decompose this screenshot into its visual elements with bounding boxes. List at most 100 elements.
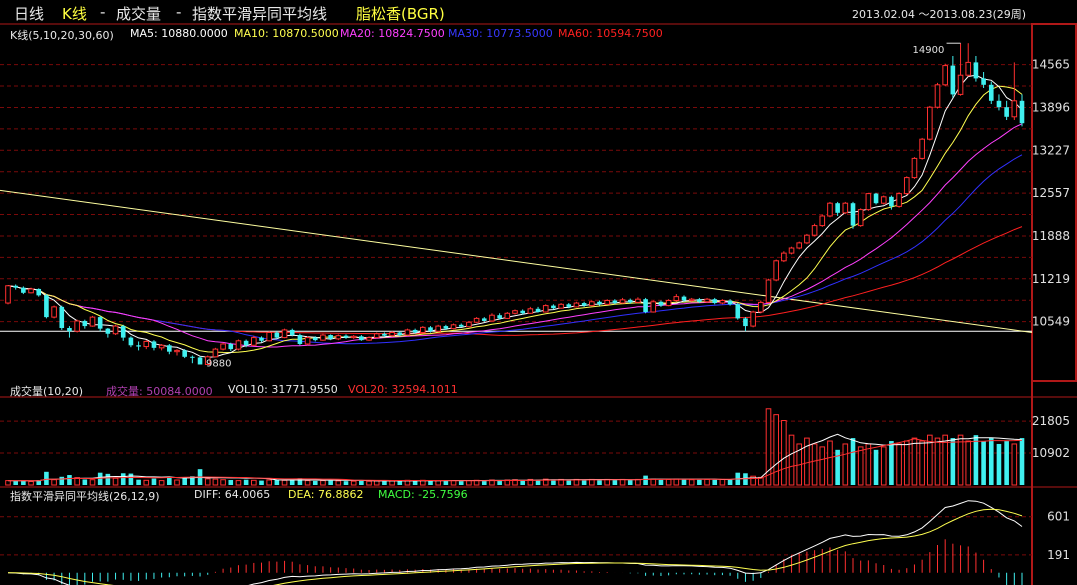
candle-body — [97, 317, 103, 329]
volume-bar — [873, 449, 879, 485]
volume-bar — [957, 434, 964, 486]
candle-body — [996, 100, 1002, 108]
volume-bar — [880, 446, 887, 486]
volume-bar — [950, 438, 956, 485]
candle-body — [343, 335, 349, 338]
candle-body — [373, 333, 380, 339]
volume-bar — [158, 480, 165, 486]
candle-body — [665, 299, 672, 307]
volume-bar — [112, 477, 119, 486]
volume-bar — [857, 446, 864, 486]
volume-bar — [973, 435, 979, 485]
ma5-label: MA5: 10880.0000 — [130, 27, 228, 40]
candle-body — [781, 252, 787, 262]
volume-bar — [105, 473, 111, 485]
candle-body — [174, 349, 180, 353]
candle-body — [658, 301, 664, 306]
candle-body — [251, 337, 257, 346]
period-label[interactable]: 日线 — [14, 3, 44, 24]
main-legend-title: K线(5,10,20,30,60) — [10, 29, 114, 42]
volume-bar — [919, 440, 925, 486]
candle-body — [243, 340, 249, 346]
candle-body — [473, 317, 480, 323]
candle-body — [1011, 100, 1018, 118]
volume-bar — [765, 408, 772, 486]
volume-bar — [167, 477, 172, 485]
volume-bar — [727, 479, 733, 485]
volume-bar — [343, 481, 349, 485]
volume-bar — [719, 478, 726, 486]
candle-body — [850, 203, 856, 226]
candle-body — [880, 196, 887, 204]
candle-body — [89, 316, 96, 327]
low-price-label: 9880 — [206, 358, 231, 369]
candle-body — [535, 308, 541, 312]
candle-body — [435, 325, 441, 332]
volume-bar — [328, 480, 333, 485]
candle-body — [743, 318, 748, 327]
candle-body — [428, 327, 433, 332]
candle-body — [51, 306, 57, 318]
candle-body — [366, 337, 372, 341]
volume-bar — [865, 443, 872, 486]
volume-bar — [128, 473, 134, 485]
candle-body — [865, 193, 872, 211]
candle-body — [581, 303, 587, 306]
volume-tick-label: 10902 — [1032, 446, 1070, 460]
volume-bar — [13, 480, 18, 485]
volume-bar — [712, 479, 718, 485]
candle-body — [105, 328, 111, 334]
candle-body — [773, 260, 779, 281]
volume-bar — [28, 480, 34, 486]
candle-body — [28, 288, 34, 294]
price-tick-label: 12557 — [1032, 186, 1070, 200]
volume-bar — [228, 480, 234, 485]
volume-bar — [889, 441, 894, 485]
candle-body — [957, 74, 964, 95]
candle-body — [612, 300, 618, 304]
candle-body — [927, 106, 933, 140]
candle-body — [788, 247, 795, 254]
volume-bar — [643, 475, 648, 485]
dea-line — [7, 508, 1023, 585]
volume-bar — [59, 476, 65, 485]
candle-body — [988, 84, 994, 101]
candle-body — [335, 335, 342, 340]
candle-body — [489, 314, 495, 322]
ma30-label: MA30: 10773.5000 — [448, 27, 553, 40]
header-separator: - — [100, 3, 106, 21]
candle-body — [304, 337, 311, 345]
candle-body — [228, 344, 234, 350]
price-tick-label: 13227 — [1032, 143, 1070, 157]
candle-body — [497, 315, 502, 319]
candlestick-chart[interactable]: 14565 13896 13227 12557 11888 11219 10549 21805… — [0, 0, 1077, 585]
volume-bar — [619, 478, 626, 486]
candle-body — [889, 196, 894, 207]
volume-bar — [673, 478, 680, 486]
volume-bar — [235, 480, 242, 486]
candle-body — [527, 308, 534, 314]
candle-body — [842, 202, 849, 214]
volume-bar — [435, 480, 441, 486]
candle-body — [112, 325, 119, 335]
candle-body — [212, 348, 219, 358]
candle-body — [44, 295, 49, 318]
candle-body — [289, 329, 295, 336]
candle-body — [235, 340, 242, 350]
volume-bar — [151, 478, 157, 485]
volume-bar — [51, 479, 57, 486]
high-price-label: 14900 — [913, 45, 945, 56]
volume-bar — [627, 479, 633, 485]
candle-body — [481, 318, 487, 321]
volume-bar — [5, 480, 11, 486]
candle-body — [719, 299, 726, 304]
volume-bar — [658, 479, 664, 485]
candle-body — [359, 336, 364, 341]
volume-bar — [896, 443, 902, 486]
candle-body — [158, 344, 165, 349]
volume-bar — [82, 479, 88, 485]
candle-body — [320, 334, 326, 341]
candle-body — [896, 193, 902, 207]
candle-body — [704, 298, 710, 303]
volume-bar — [174, 479, 180, 486]
